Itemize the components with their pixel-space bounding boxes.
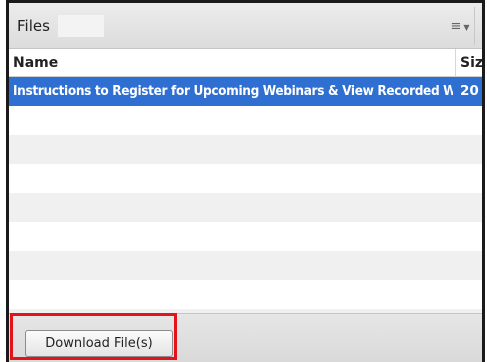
file-list: Instructions to Register for Upcoming We… (9, 77, 482, 313)
file-list-header: Name Siz (9, 49, 482, 77)
download-files-button[interactable]: Download File(s) (25, 330, 173, 357)
pod-footer: Download File(s) (9, 313, 482, 362)
pod-border-left (6, 0, 9, 362)
empty-row (9, 193, 482, 222)
file-name-cell: Instructions to Register for Upcoming We… (13, 83, 453, 99)
pod-title-bar: Files ≡ ▼ (9, 3, 482, 49)
title-divider (474, 7, 475, 45)
pod-title: Files (17, 17, 50, 35)
empty-row (9, 280, 482, 309)
column-header-size[interactable]: Siz (460, 55, 482, 71)
pod-options-button[interactable]: ≡ ▼ (447, 16, 473, 36)
pod-border-top (6, 0, 485, 3)
empty-row (9, 106, 482, 135)
pod-border-right (482, 0, 485, 362)
file-row-selected[interactable]: Instructions to Register for Upcoming We… (9, 77, 482, 106)
column-divider[interactable] (455, 49, 456, 77)
empty-row (9, 222, 482, 251)
empty-row (9, 135, 482, 164)
column-header-name[interactable]: Name (13, 55, 58, 71)
empty-row (9, 251, 482, 280)
title-tab-placeholder (58, 15, 104, 37)
file-size-cell: 20 (460, 83, 479, 99)
empty-row (9, 164, 482, 193)
files-pod: Files ≡ ▼ Name Siz Instructions to Regist… (0, 0, 487, 362)
caret-down-icon: ▼ (463, 22, 470, 32)
list-menu-icon: ≡ (450, 18, 462, 34)
